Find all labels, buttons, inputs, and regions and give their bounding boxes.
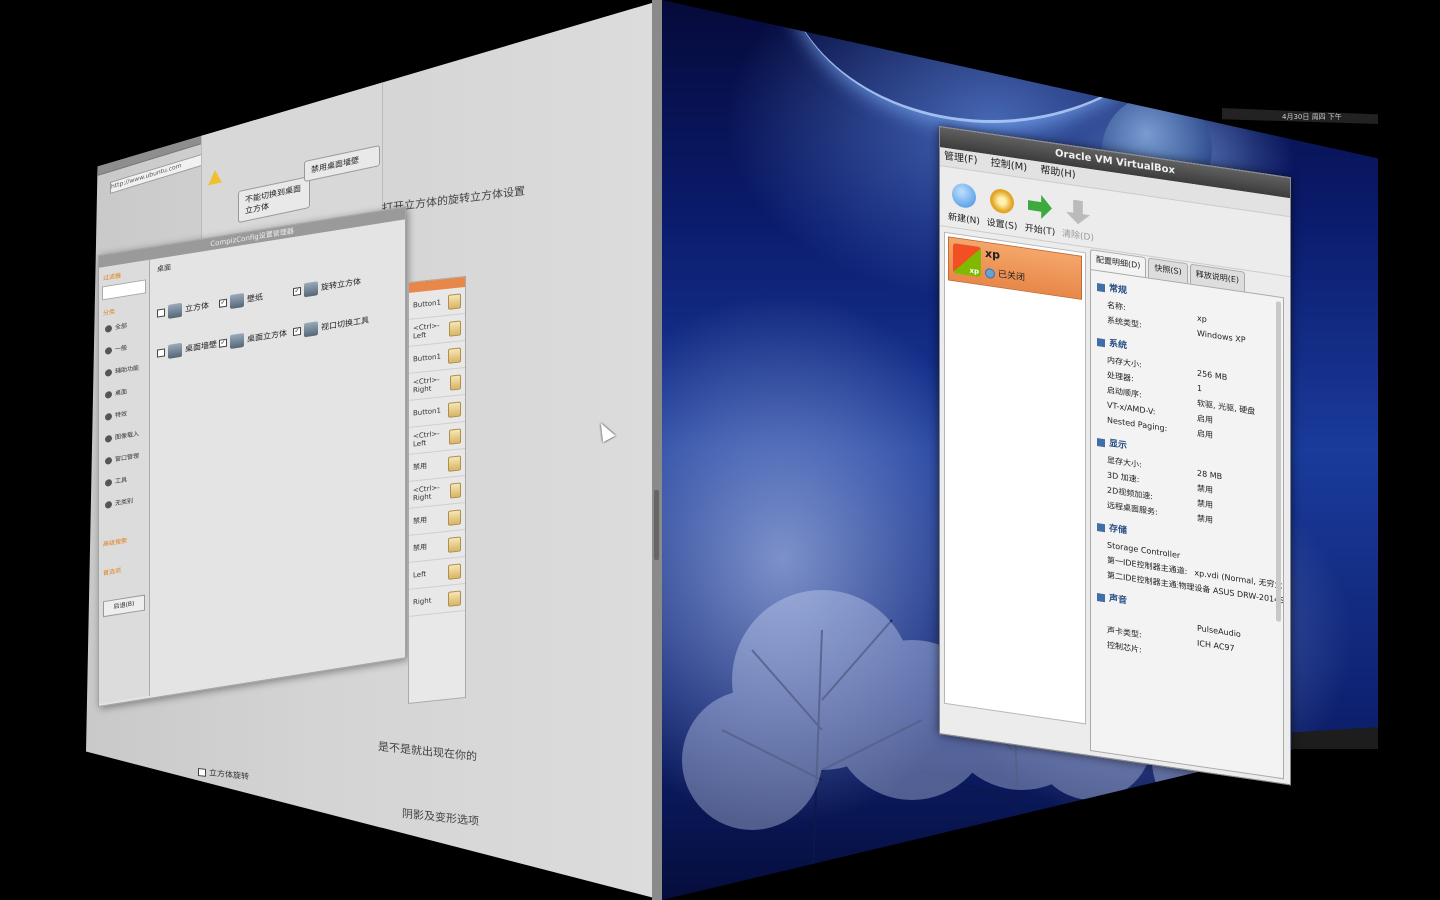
article-text: 阴影及变形选项 (402, 807, 479, 829)
start-button[interactable]: 开始(T) (1022, 192, 1058, 238)
plugin-icon (168, 302, 182, 319)
plugin-checkbox[interactable]: ✓ (293, 286, 301, 297)
details-scrollbar[interactable] (1276, 301, 1281, 622)
powered-off-icon (985, 267, 995, 279)
category-icon (105, 346, 112, 355)
category-icon (105, 412, 112, 421)
ccsm-sidebar: 过滤器 分类 全部 一般 辅助功能 桌面 特效 图像载入 窗口管理 工具 无类别… (99, 259, 150, 704)
edit-key-button[interactable] (448, 400, 461, 418)
disable-cube-button[interactable]: 不能切换到桌面立方体 (238, 175, 310, 224)
plugin-icon (168, 342, 182, 359)
category-icon (105, 390, 112, 399)
cube-rotate-checkbox-row[interactable]: 立方体旋转 (198, 766, 249, 782)
plugin-item[interactable]: ✓ 视口切换工具 (293, 313, 369, 339)
category-icon (105, 434, 112, 443)
left-cube-face: bitub - Compiz Compiz配置... 发布 http://www… (0, 0, 662, 900)
edit-key-button[interactable] (448, 535, 461, 553)
clock-text[interactable]: 4月30日 周四 下午 (1282, 112, 1342, 122)
edit-key-button[interactable] (449, 481, 461, 499)
disable-wall-button[interactable]: 禁用桌面墙壁 (304, 144, 380, 183)
plugin-checkbox[interactable]: ✓ (219, 338, 227, 348)
edit-key-button[interactable] (448, 508, 461, 526)
category-icon (105, 368, 112, 377)
edit-key-button[interactable] (449, 319, 461, 337)
plugin-item[interactable]: ✓ 桌面立方体 (219, 326, 287, 351)
system-icon (1097, 337, 1105, 347)
settings-button[interactable]: 设置(S) (984, 187, 1020, 233)
discard-button[interactable]: 清除(D) (1060, 198, 1096, 244)
planet-decoration (782, 0, 1202, 123)
virtualbox-window: Oracle VM VirtualBox 管理(F) 控制(M) 帮助(H) 新… (939, 126, 1291, 786)
edit-key-button[interactable] (448, 346, 461, 364)
details-pane: 常规 名称: xp 系统类型: Windows XP 系统 内存大小: 256 MB … (1090, 269, 1284, 780)
browser-window-plane: bitub - Compiz Compiz配置... 发布 http://www… (86, 0, 662, 900)
general-icon (1097, 282, 1105, 292)
right-cube-face: 4月30日 周四 下午 Oracle VM VirtualBox 管理(F) 控… (662, 0, 1440, 900)
edit-key-button[interactable] (448, 292, 461, 310)
category-icon (105, 456, 112, 465)
menu-help[interactable]: 帮助(H) (1040, 165, 1075, 181)
plugin-checkbox[interactable] (157, 308, 165, 318)
plugin-item[interactable]: ✓ 壁纸 (219, 290, 263, 311)
ccsm-dialog: CompizConfig设置管理器 过滤器 分类 全部 一般 辅助功能 桌面 特… (98, 206, 406, 707)
key-bindings-panel: Button1 <Ctrl>-Left Button1 <Ctrl>-Right… (408, 275, 466, 704)
edit-key-button[interactable] (449, 427, 461, 445)
category-icon (105, 324, 112, 333)
warning-icon (208, 169, 222, 186)
vm-list: xp 已关闭 (944, 231, 1086, 725)
vm-name: xp (985, 246, 1000, 262)
storage-icon (1097, 522, 1105, 532)
edit-key-button[interactable] (449, 373, 461, 391)
browser-tab[interactable]: 发布 (201, 114, 220, 132)
plugin-checkbox[interactable]: ✓ (219, 298, 227, 308)
audio-icon (1097, 592, 1105, 602)
key-row[interactable]: Right (409, 584, 465, 617)
top-panel: 4月30日 周四 下午 (1222, 108, 1378, 124)
plugin-item[interactable]: 桌面墙壁 (157, 337, 217, 361)
menu-control[interactable]: 控制(M) (991, 158, 1027, 174)
window-edge-scrollbar[interactable] (652, 0, 662, 900)
plugin-icon (304, 321, 318, 338)
browser-tab[interactable]: Compiz配置... (149, 121, 196, 148)
edit-key-button[interactable] (448, 562, 461, 580)
edit-key-button[interactable] (448, 454, 461, 472)
display-icon (1097, 437, 1105, 447)
category-icon (105, 478, 112, 487)
vm-list-item[interactable]: xp 已关闭 (948, 236, 1082, 300)
windows-xp-icon (953, 243, 981, 278)
new-vm-button[interactable]: 新建(N) (946, 181, 982, 227)
plugin-item[interactable]: ✓ 旋转立方体 (293, 274, 361, 299)
vm-state: 已关闭 (985, 265, 1025, 284)
menu-manage[interactable]: 管理(F) (944, 151, 978, 167)
arrow-down-icon (1066, 199, 1090, 227)
browser-tab[interactable]: bitub - Compiz (94, 139, 144, 164)
back-button[interactable]: 后退(B) (103, 594, 145, 618)
checkbox[interactable] (198, 767, 206, 777)
section-title: 桌面 (157, 263, 171, 274)
plugin-checkbox[interactable]: ✓ (293, 326, 301, 337)
new-icon (952, 181, 976, 210)
edit-key-button[interactable] (448, 589, 461, 607)
arrow-right-icon (1028, 193, 1052, 221)
gear-icon (990, 187, 1014, 215)
plugin-icon (230, 292, 244, 310)
category-icon (105, 500, 112, 509)
article-text: 是不是就出现在你的 (378, 740, 477, 764)
plugin-icon (230, 332, 244, 350)
plugin-icon (304, 281, 318, 298)
plugin-item[interactable]: 立方体 (157, 298, 209, 320)
plugin-checkbox[interactable] (157, 348, 165, 358)
